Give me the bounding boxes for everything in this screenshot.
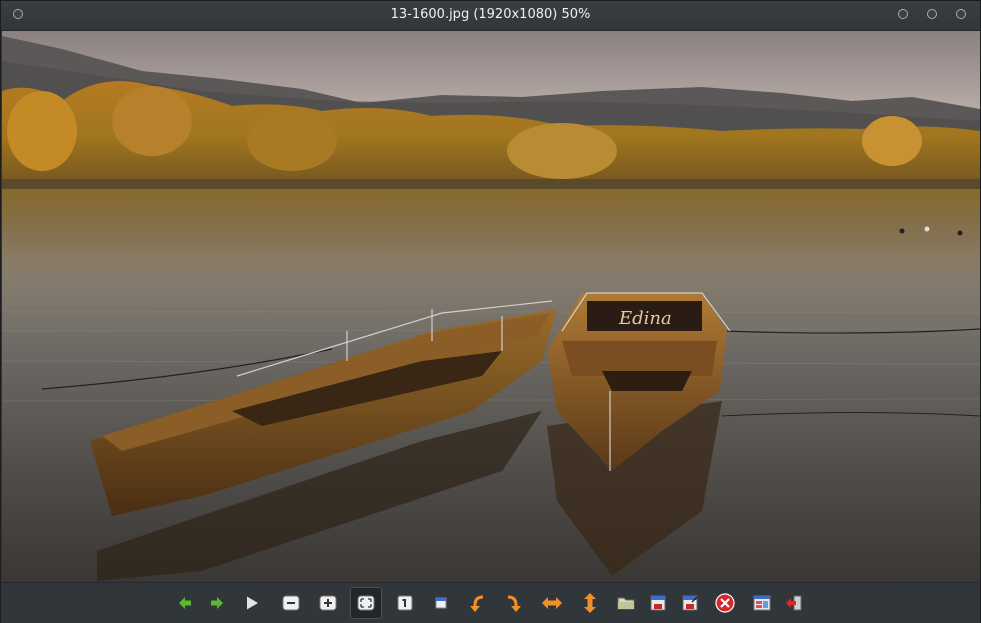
title-bar[interactable]: 13-1600.jpg (1920x1080) 50% <box>1 1 980 31</box>
rotate-left-icon <box>470 595 484 612</box>
save-as-button[interactable] <box>674 587 706 619</box>
toolbar <box>1 582 980 623</box>
flip-horizontal-icon <box>542 597 562 609</box>
zoom-in-button[interactable] <box>312 587 344 619</box>
photo: Edina <box>2 31 980 581</box>
fullscreen-button[interactable] <box>425 587 457 619</box>
preferences-button[interactable] <box>746 587 778 619</box>
next-button[interactable] <box>201 587 233 619</box>
slideshow-button[interactable] <box>236 587 268 619</box>
zoom-out-button[interactable] <box>275 587 307 619</box>
preferences-icon <box>753 595 771 611</box>
flip-vertical-button[interactable] <box>574 587 606 619</box>
minimize-button[interactable] <box>898 9 908 19</box>
zoom-out-icon <box>282 595 300 611</box>
window-title: 13-1600.jpg (1920x1080) 50% <box>390 7 591 22</box>
fit-window-button[interactable] <box>350 587 382 619</box>
open-button[interactable] <box>610 587 642 619</box>
quit-button[interactable] <box>778 587 810 619</box>
rotate-right-button[interactable] <box>498 587 530 619</box>
flip-horizontal-button[interactable] <box>536 587 568 619</box>
previous-button[interactable] <box>169 587 201 619</box>
open-folder-icon <box>617 597 635 610</box>
arrow-left-icon <box>179 597 191 609</box>
close-button[interactable] <box>956 9 966 19</box>
exit-icon <box>786 595 802 611</box>
flip-vertical-icon <box>584 593 596 613</box>
fullscreen-icon <box>435 597 447 609</box>
play-icon <box>247 596 258 610</box>
zoom-in-icon <box>319 595 337 611</box>
maximize-button[interactable] <box>927 9 937 19</box>
rotate-left-button[interactable] <box>461 587 493 619</box>
original-size-button[interactable] <box>389 587 421 619</box>
image-canvas[interactable]: Edina <box>2 31 980 581</box>
rotate-right-icon <box>507 595 521 612</box>
save-icon <box>650 595 666 611</box>
fit-window-icon <box>357 595 375 611</box>
arrow-right-icon <box>211 597 223 609</box>
delete-button[interactable] <box>709 587 741 619</box>
save-as-icon <box>682 595 698 611</box>
delete-icon <box>715 593 735 613</box>
image-viewer-window: 13-1600.jpg (1920x1080) 50% Edina <box>0 0 981 623</box>
boat-name-text: Edina <box>618 308 672 329</box>
save-button[interactable] <box>642 587 674 619</box>
original-size-icon <box>397 595 413 611</box>
